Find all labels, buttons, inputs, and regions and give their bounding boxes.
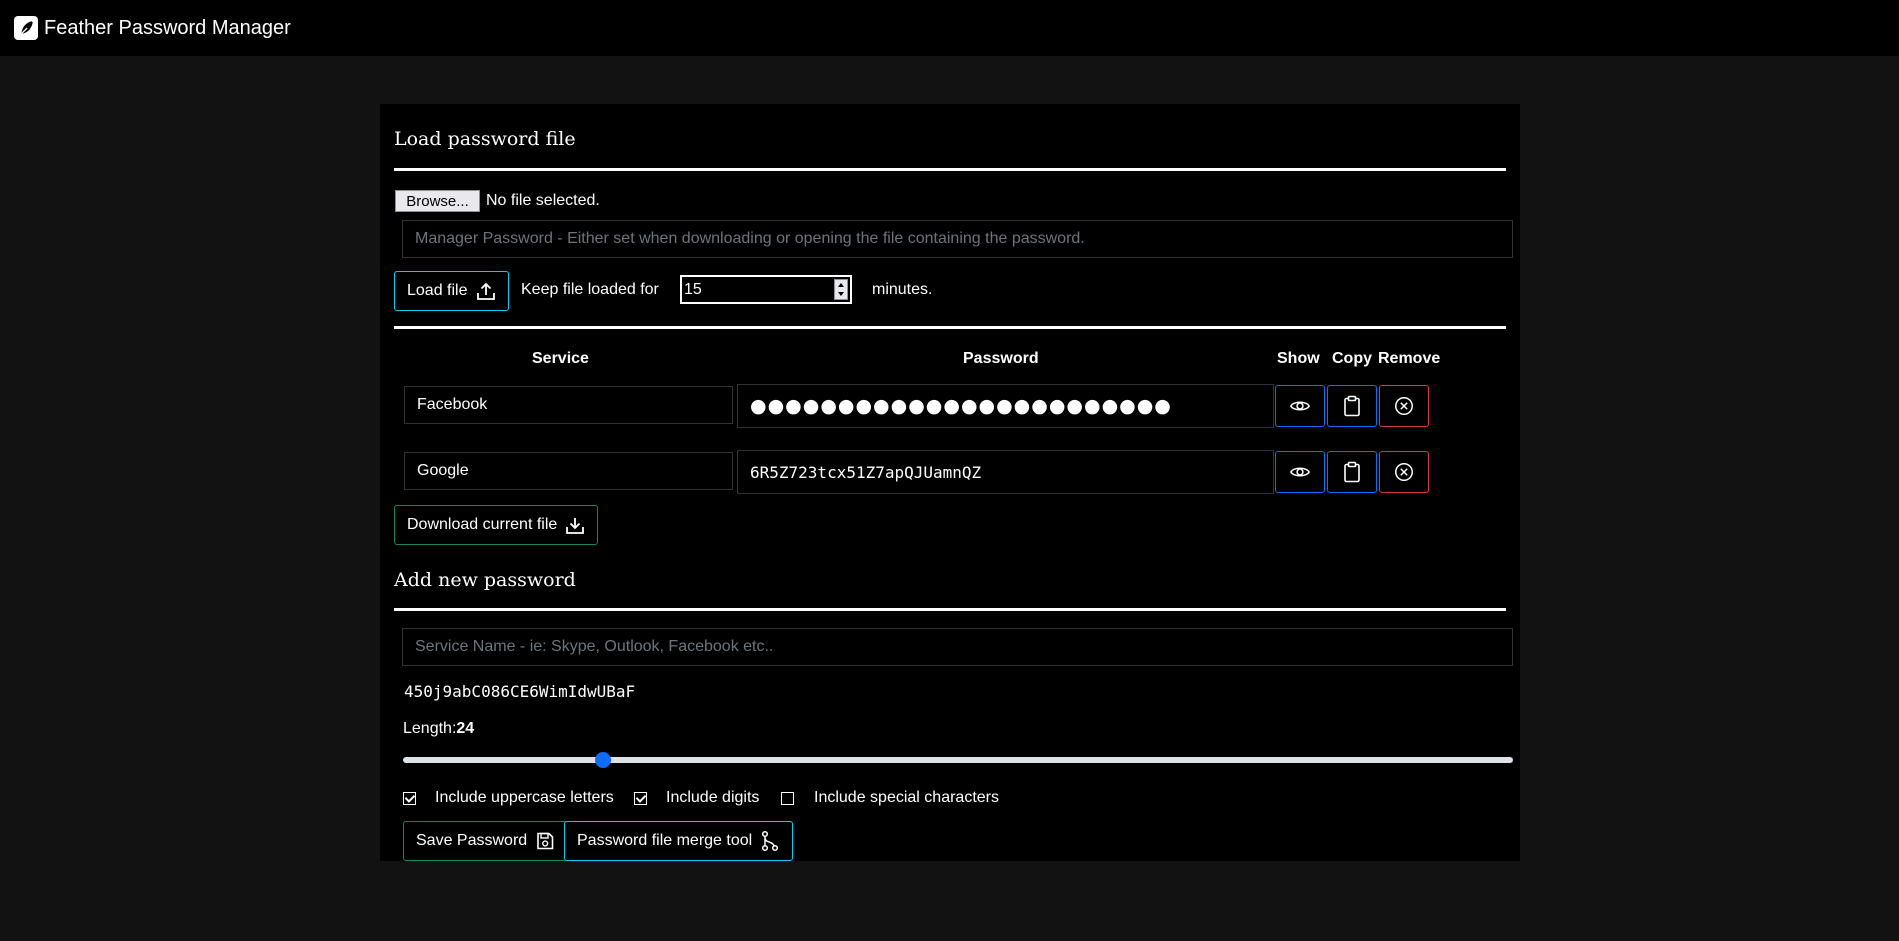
show-password-button[interactable] xyxy=(1275,385,1325,427)
merge-tool-button[interactable]: Password file merge tool xyxy=(564,821,794,861)
copy-password-button[interactable] xyxy=(1327,451,1377,493)
divider xyxy=(394,608,1506,611)
app-title[interactable]: Feather Password Manager xyxy=(44,17,291,40)
main-panel: Load password file Browse... No file sel… xyxy=(380,104,1520,861)
x-circle-icon xyxy=(1395,397,1413,415)
length-value: 24 xyxy=(456,720,475,737)
browse-button[interactable]: Browse... xyxy=(395,190,480,212)
load-file-button[interactable]: Load file xyxy=(394,271,509,311)
length-label: Length:24 xyxy=(403,720,475,737)
load-file-label: Load file xyxy=(407,282,468,299)
digits-checkbox[interactable] xyxy=(634,792,647,805)
service-name-input[interactable] xyxy=(402,628,1513,666)
floppy-disk-icon xyxy=(537,832,554,850)
number-spinner[interactable] xyxy=(834,279,848,300)
column-header-copy: Copy xyxy=(1332,350,1372,367)
column-header-show: Show xyxy=(1277,350,1320,367)
load-section-title: Load password file xyxy=(394,128,576,150)
x-circle-icon xyxy=(1395,463,1413,481)
column-header-password: Password xyxy=(963,350,1039,367)
remove-password-button[interactable] xyxy=(1379,451,1429,493)
digits-label: Include digits xyxy=(666,789,760,806)
table-row-service[interactable]: Google xyxy=(404,452,733,490)
upload-icon xyxy=(476,282,495,300)
clipboard-icon xyxy=(1344,461,1360,483)
add-section-title: Add new password xyxy=(394,569,576,591)
generated-password: 450j9abC086CE6WimIdwUBaF xyxy=(404,682,636,701)
slider-track xyxy=(403,757,1513,763)
table-row-password[interactable]: ●●●●●●●●●●●●●●●●●●●●●●●● xyxy=(737,384,1274,428)
clipboard-icon xyxy=(1344,395,1360,417)
divider xyxy=(394,326,1506,329)
uppercase-checkbox[interactable] xyxy=(403,792,416,805)
special-characters-checkbox[interactable] xyxy=(781,792,794,805)
uppercase-label: Include uppercase letters xyxy=(435,789,614,806)
special-characters-label: Include special characters xyxy=(814,789,999,806)
table-row-service[interactable]: Facebook xyxy=(404,386,733,424)
download-file-label: Download current file xyxy=(407,516,558,533)
save-password-label: Save Password xyxy=(416,832,528,849)
copy-password-button[interactable] xyxy=(1327,385,1377,427)
git-branch-icon xyxy=(762,830,779,852)
divider xyxy=(394,168,1506,171)
navbar: Feather Password Manager xyxy=(0,0,1899,56)
manager-password-input[interactable] xyxy=(402,220,1513,258)
eye-icon xyxy=(1289,467,1311,477)
table-row-password[interactable]: 6R5Z723tcx51Z7apQJUamnQZ xyxy=(737,450,1274,494)
remove-password-button[interactable] xyxy=(1379,385,1429,427)
keep-minutes-input[interactable]: 15 xyxy=(680,275,852,304)
eye-icon xyxy=(1289,401,1311,411)
download-icon xyxy=(566,518,585,534)
feather-pen-icon xyxy=(14,16,38,40)
length-slider[interactable] xyxy=(403,752,1513,768)
minutes-label: minutes. xyxy=(872,281,933,298)
show-password-button[interactable] xyxy=(1275,451,1325,493)
keep-loaded-label: Keep file loaded for xyxy=(521,281,659,298)
keep-minutes-value: 15 xyxy=(684,280,702,298)
save-password-button[interactable]: Save Password xyxy=(403,821,569,861)
column-header-remove: Remove xyxy=(1378,350,1441,367)
slider-thumb[interactable] xyxy=(594,752,611,768)
download-file-button[interactable]: Download current file xyxy=(394,505,599,545)
merge-tool-label: Password file merge tool xyxy=(577,832,753,849)
column-header-service: Service xyxy=(532,350,589,367)
file-status: No file selected. xyxy=(486,192,600,209)
